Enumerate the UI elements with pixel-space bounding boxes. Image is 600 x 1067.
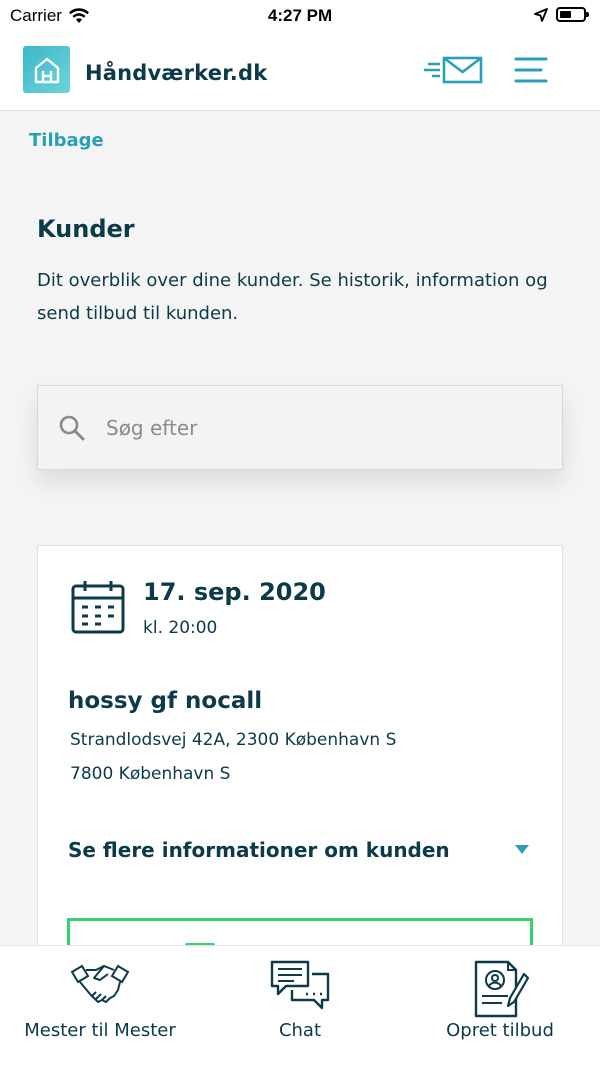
tab-label: Opret tilbud (446, 1020, 554, 1041)
page-description: Dit overblik over dine kunder. Se histor… (37, 270, 548, 324)
document-sign-icon (474, 960, 530, 1018)
search-box[interactable] (37, 385, 563, 470)
appointment-time: kl. 20:00 (143, 618, 218, 638)
customer-address-line2: 7800 København S (70, 764, 231, 784)
more-info-toggle[interactable]: Se flere informationer om kunden (68, 838, 450, 862)
tab-mester-til-mester[interactable]: Mester til Mester (0, 946, 200, 1067)
appointment-date: 17. sep. 2020 (143, 578, 326, 606)
search-icon (59, 415, 85, 441)
location-arrow-icon (534, 7, 548, 22)
customer-address-line1: Strandlodsvej 42A, 2300 København S (70, 730, 397, 750)
bottom-tab-bar: Mester til Mester Chat Opret tilbud (0, 945, 600, 1067)
page-title: Kunder (37, 215, 135, 243)
calendar-icon (71, 581, 125, 634)
tab-label: Mester til Mester (24, 1020, 176, 1041)
app-header: Håndværker.dk (0, 34, 600, 111)
battery-icon (556, 7, 589, 22)
status-bar: Carrier 4:27 PM (0, 0, 600, 34)
tab-opret-tilbud[interactable]: Opret tilbud (400, 946, 600, 1067)
customer-card: 17. sep. 2020 kl. 20:00 hossy gf nocall … (37, 545, 563, 988)
handshake-icon (70, 964, 130, 1003)
tab-chat[interactable]: Chat (200, 946, 400, 1067)
chat-bubbles-icon (270, 960, 330, 1010)
back-link[interactable]: Tilbage (29, 130, 104, 151)
status-time: 4:27 PM (267, 6, 333, 25)
chevron-down-icon[interactable] (515, 845, 529, 854)
logo-house-icon[interactable] (23, 46, 70, 93)
tab-label: Chat (278, 1020, 322, 1041)
customer-name: hossy gf nocall (68, 688, 263, 714)
hamburger-menu-icon[interactable] (513, 55, 549, 85)
mail-send-icon[interactable] (424, 54, 484, 86)
brand-name[interactable]: Håndværker.dk (85, 61, 267, 85)
status-right-group (534, 7, 589, 22)
search-input[interactable] (106, 408, 536, 448)
